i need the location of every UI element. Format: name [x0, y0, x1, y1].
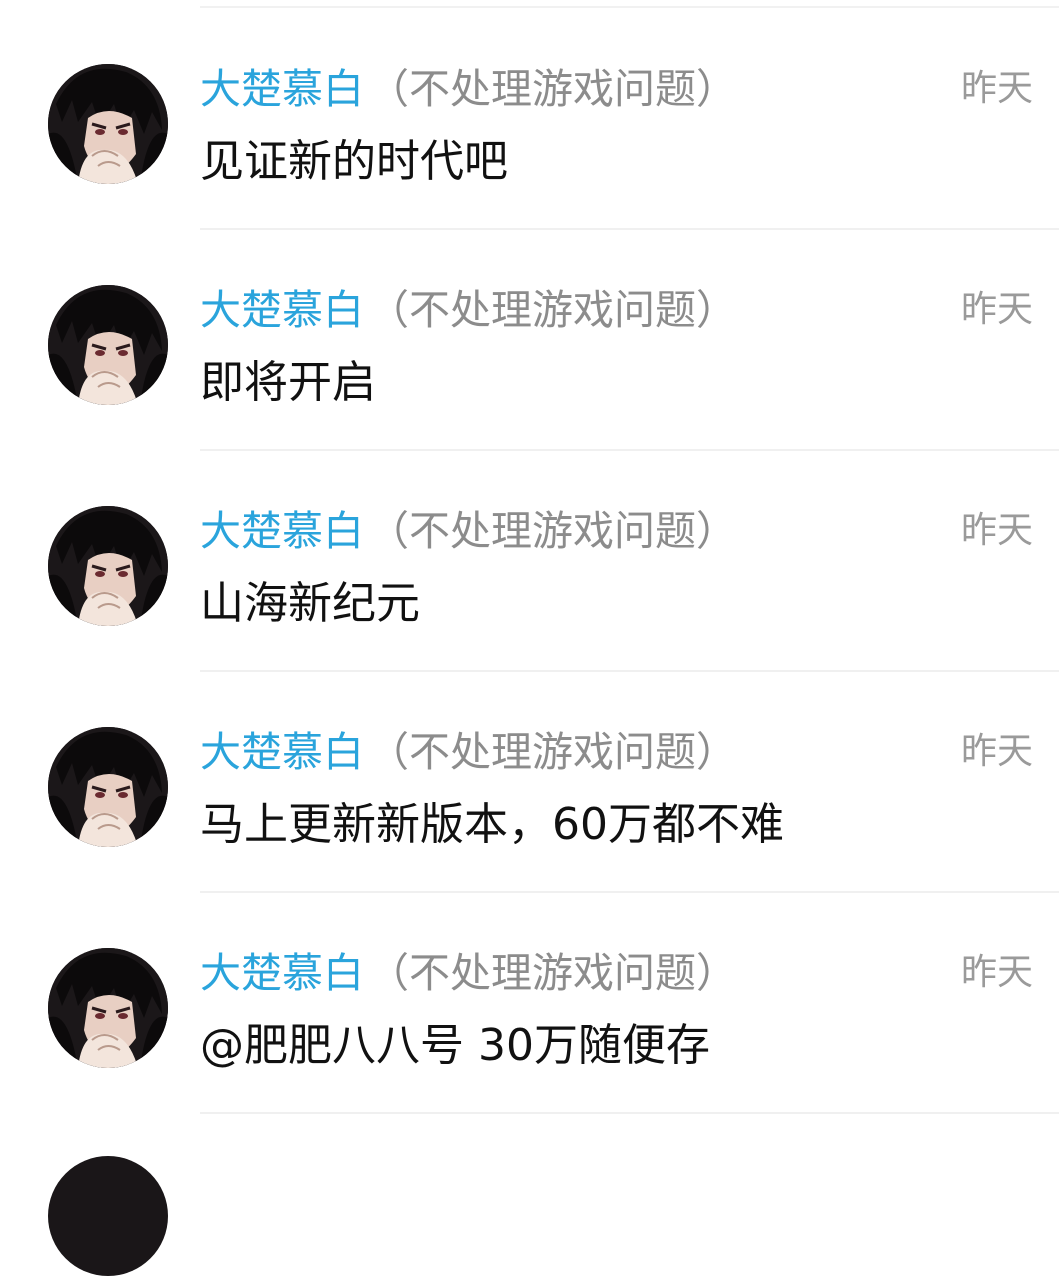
sender-name[interactable]: 大楚慕白 — [200, 949, 364, 997]
message-time: 昨天 — [960, 510, 1033, 551]
avatar[interactable] — [48, 285, 168, 405]
message-text: 马上更新新版本，60万都不难 — [200, 799, 784, 850]
anime-portrait-avatar-icon — [48, 948, 168, 1068]
message-item[interactable]: 大楚慕白（不处理游戏问题） 昨天 见证新的时代吧 — [0, 9, 1059, 230]
sender-name[interactable]: 大楚慕白 — [200, 286, 364, 334]
anime-portrait-avatar-icon — [48, 64, 168, 184]
message-text: 山海新纪元 — [200, 578, 420, 629]
anime-portrait-avatar-icon — [48, 285, 168, 405]
message-time: 昨天 — [960, 68, 1033, 109]
sender-name[interactable]: 大楚慕白 — [200, 507, 364, 555]
avatar[interactable] — [48, 64, 168, 184]
avatar[interactable] — [48, 948, 168, 1068]
message-item[interactable]: 大楚慕白（不处理游戏问题） 昨天 @肥肥八八号 30万随便存 — [0, 893, 1059, 1114]
message-time: 昨天 — [960, 289, 1033, 330]
message-item[interactable]: 大楚慕白（不处理游戏问题） 昨天 马上更新新版本，60万都不难 — [0, 672, 1059, 893]
divider — [200, 1112, 1059, 1114]
message-item[interactable]: 大楚慕白（不处理游戏问题） 昨天 山海新纪元 — [0, 451, 1059, 672]
sender-line: 大楚慕白（不处理游戏问题） — [200, 945, 737, 1001]
sender-line: 大楚慕白（不处理游戏问题） — [200, 282, 737, 338]
sender-name[interactable]: 大楚慕白 — [200, 728, 364, 776]
sender-note: （不处理游戏问题） — [368, 65, 737, 113]
anime-portrait-avatar-icon — [48, 727, 168, 847]
avatar[interactable] — [48, 506, 168, 626]
sender-line: 大楚慕白（不处理游戏问题） — [200, 61, 737, 117]
sender-line: 大楚慕白（不处理游戏问题） — [200, 724, 737, 780]
sender-name[interactable]: 大楚慕白 — [200, 65, 364, 113]
message-text: 即将开启 — [200, 357, 376, 408]
avatar[interactable] — [48, 727, 168, 847]
anime-portrait-avatar-icon — [48, 506, 168, 626]
sender-note: （不处理游戏问题） — [368, 949, 737, 997]
message-list: 大楚慕白（不处理游戏问题） 昨天 见证新的时代吧 大楚慕白（不处理游戏问题） 昨… — [0, 0, 1059, 1276]
message-time: 昨天 — [960, 952, 1033, 993]
message-item[interactable]: 大楚慕白（不处理游戏问题） 昨天 即将开启 — [0, 230, 1059, 451]
sender-note: （不处理游戏问题） — [368, 507, 737, 555]
next-message-avatar[interactable] — [48, 1156, 168, 1276]
sender-line: 大楚慕白（不处理游戏问题） — [200, 503, 737, 559]
sender-note: （不处理游戏问题） — [368, 286, 737, 334]
message-time: 昨天 — [960, 731, 1033, 772]
message-text: 见证新的时代吧 — [200, 136, 508, 187]
divider — [200, 6, 1059, 8]
sender-note: （不处理游戏问题） — [368, 728, 737, 776]
message-text: @肥肥八八号 30万随便存 — [200, 1020, 710, 1071]
